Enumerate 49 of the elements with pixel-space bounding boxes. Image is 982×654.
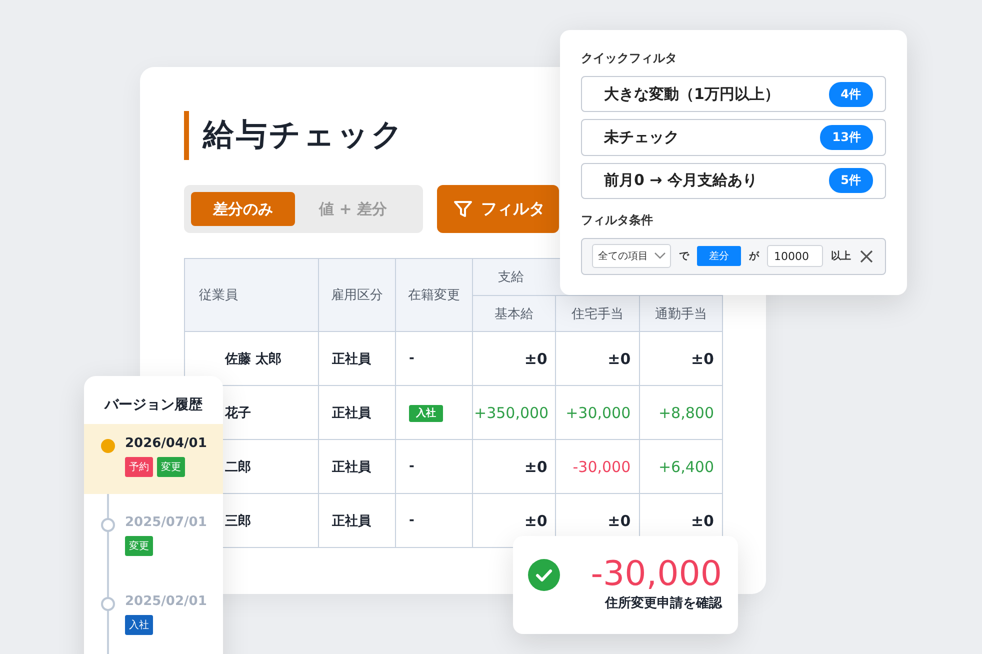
status-text: - bbox=[409, 351, 414, 366]
condition-word: が bbox=[749, 250, 759, 264]
mode-chip[interactable]: 差分 bbox=[697, 246, 741, 266]
column-header: 在籍変更 bbox=[396, 258, 472, 332]
amount-cell: ±0 bbox=[472, 332, 556, 386]
quick-filter-label: 前月0 → 今月支給あり bbox=[604, 171, 758, 190]
employment-type-cell: 正社員 bbox=[318, 386, 396, 440]
amount-cell: ±0 bbox=[472, 440, 556, 494]
version-entry[interactable]: 2025/02/01 入社 bbox=[84, 582, 223, 652]
status-text: - bbox=[409, 459, 414, 474]
amount-cell: ±0 bbox=[556, 332, 640, 386]
employment-type-cell: 正社員 bbox=[318, 440, 396, 494]
version-tag: 予約 bbox=[125, 457, 153, 477]
filter-label: フィルタ bbox=[481, 198, 545, 220]
version-entry[interactable]: 2026/04/01 予約 変更 bbox=[84, 424, 223, 494]
column-header: 雇用区分 bbox=[318, 258, 396, 332]
quick-filter-label: 大きな変動（1万円以上） bbox=[604, 84, 780, 104]
quick-filter-option[interactable]: 前月0 → 今月支給あり 5件 bbox=[581, 162, 886, 199]
notification-message: 住所変更申請を確認 bbox=[605, 594, 722, 612]
amount-cell: +8,800 bbox=[639, 386, 722, 440]
version-date: 2025/02/01 bbox=[125, 594, 207, 609]
amount-cell: ±0 bbox=[639, 332, 722, 386]
column-header: 住宅手当 bbox=[556, 296, 640, 332]
count-badge: 5件 bbox=[828, 168, 873, 194]
quick-filter-label: 未チェック bbox=[604, 128, 679, 147]
employment-type-cell: 正社員 bbox=[318, 332, 396, 386]
amount-text: -30,000 bbox=[590, 556, 722, 592]
version-tag: 変更 bbox=[125, 536, 153, 556]
version-tag: 変更 bbox=[157, 457, 185, 477]
amount-cell: +30,000 bbox=[556, 386, 640, 440]
count-badge: 4件 bbox=[828, 82, 873, 107]
quick-filter-option[interactable]: 大きな変動（1万円以上） 4件 bbox=[581, 76, 886, 112]
condition-word: 以上 bbox=[831, 250, 851, 264]
panel-heading: クイックフィルタ bbox=[581, 50, 678, 67]
column-header: 通勤手当 bbox=[639, 296, 722, 332]
amount-cell: -30,000 bbox=[556, 440, 640, 494]
status-text: - bbox=[409, 513, 414, 528]
field-dropdown[interactable]: 全ての項目 bbox=[592, 244, 671, 268]
panel-heading: フィルタ条件 bbox=[581, 212, 654, 229]
version-tag: 入社 bbox=[125, 615, 153, 635]
quick-filter-option[interactable]: 未チェック 13件 bbox=[581, 119, 886, 156]
count-badge: 13件 bbox=[820, 124, 873, 150]
value-input[interactable]: 10000 bbox=[767, 245, 823, 268]
amount-cell: +6,400 bbox=[639, 440, 722, 494]
status-tag: 入社 bbox=[409, 405, 443, 422]
column-header: 従業員 bbox=[184, 258, 318, 332]
employment-type-cell: 正社員 bbox=[318, 494, 396, 548]
column-header: 基本給 bbox=[472, 296, 556, 332]
amount-cell: +350,000 bbox=[472, 386, 556, 440]
